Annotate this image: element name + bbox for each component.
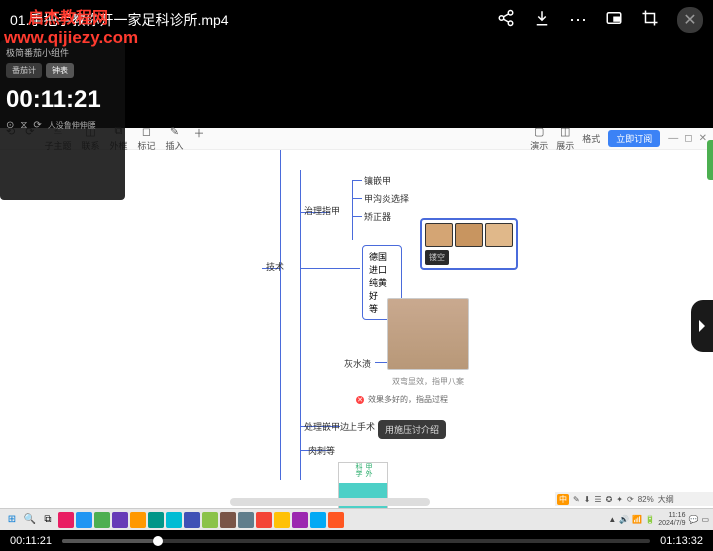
share-icon[interactable]	[497, 9, 515, 32]
taskview-icon[interactable]: ⧉	[40, 512, 56, 528]
more-icon[interactable]: ⋯	[569, 10, 587, 31]
timer-play-icon[interactable]: ⊙	[6, 120, 14, 131]
app-icon-16[interactable]	[328, 512, 344, 528]
tray-icon-2[interactable]: 🔊	[619, 515, 629, 524]
timer-tab-clock[interactable]: 钟表	[46, 63, 74, 78]
start-button[interactable]: ⊞	[4, 512, 20, 528]
box-line1: 德国进口	[369, 250, 395, 276]
view-button[interactable]: ◫展示	[556, 125, 574, 152]
current-time: 00:11:21	[10, 535, 52, 547]
app-icon-4[interactable]	[112, 512, 128, 528]
nail-image-3	[485, 223, 513, 247]
zoom-level[interactable]: 82%	[638, 495, 654, 504]
timer-reset-icon[interactable]: ⟳	[33, 120, 41, 131]
present-button[interactable]: ▢演示	[530, 125, 548, 152]
pip-icon[interactable]	[605, 9, 623, 32]
next-chapter-handle[interactable]	[691, 300, 713, 352]
horizontal-scrollbar[interactable]	[230, 498, 430, 506]
timer-subtext: 人没鲁伸伸腰	[48, 120, 96, 131]
node-treat-nail[interactable]: 治理指甲	[300, 202, 344, 219]
insert-button[interactable]: ✎插入	[166, 125, 184, 152]
app-icon-14[interactable]	[292, 512, 308, 528]
crop-icon[interactable]	[641, 9, 659, 32]
nail-image-2	[455, 223, 483, 247]
status-icon-3[interactable]: ☰	[594, 495, 601, 504]
tray-desktop-icon[interactable]: ▭	[701, 515, 709, 524]
subscribe-button[interactable]: 立即订阅	[608, 130, 660, 147]
app-icon-10[interactable]	[220, 512, 236, 528]
app-icon-2[interactable]	[76, 512, 92, 528]
node-a2[interactable]: 甲沟炎选择	[360, 190, 413, 207]
node-gray-caption: 双弯显效，指甲八案	[388, 374, 468, 389]
close-window-icon[interactable]: ✕	[699, 133, 707, 144]
nail-image-1	[425, 223, 453, 247]
app-icon-7[interactable]	[166, 512, 182, 528]
maximize-icon[interactable]: ◻	[684, 133, 692, 144]
lang-indicator[interactable]: 中	[557, 494, 569, 505]
green-side-handle[interactable]	[707, 140, 713, 180]
video-player-controls: 00:11:21 01:13:32	[0, 531, 713, 551]
node-a1[interactable]: 镶嵌甲	[360, 172, 395, 189]
status-icon-4[interactable]: ✪	[606, 495, 613, 504]
app-icon-3[interactable]	[94, 512, 110, 528]
video-content-area: ⟲ ⟳ ⎁子主题 ◫联系 ⧉外框 ◻标记 ✎插入 ＋ ▢演示 ◫展示 格式 立即…	[0, 40, 713, 530]
app-icon-5[interactable]	[130, 512, 146, 528]
app-icon-13[interactable]	[274, 512, 290, 528]
book-title: 甲外科学	[339, 463, 387, 483]
progress-fill	[62, 539, 153, 543]
mindmap-status-bar: 中 ✎ ⬇ ☰ ✪ ✦ ⟳ 82% 大纲	[555, 492, 713, 506]
add-button[interactable]: ＋	[194, 125, 205, 152]
warning-icon: ✕	[356, 396, 364, 404]
pomodoro-timer-widget[interactable]: 极简番茄小组件 番茄计 钟表 00:11:21 ⊙ ⧖ ⟳ 人没鲁伸伸腰	[0, 40, 125, 200]
status-icon-1[interactable]: ✎	[573, 495, 580, 504]
app-icon-9[interactable]	[202, 512, 218, 528]
mindmap-canvas[interactable]: 技术 治理指甲 镶嵌甲 甲沟炎选择 矫正器 钉门 德国进口 纯黄好 等	[0, 150, 713, 508]
app-icon-1[interactable]	[58, 512, 74, 528]
nail-caption: 镂空	[425, 250, 449, 265]
foot-image[interactable]	[387, 298, 469, 370]
progress-thumb[interactable]	[153, 536, 163, 546]
windows-taskbar: ⊞ 🔍 ⧉ ▲ 🔊 📶 🔋	[0, 508, 713, 530]
app-icon-6[interactable]	[148, 512, 164, 528]
timer-tab-pomodoro[interactable]: 番茄计	[6, 63, 42, 78]
watermark-text-2: www.qijiezy.com	[4, 28, 138, 48]
tray-icon-3[interactable]: 📶	[632, 515, 642, 524]
app-icon-15[interactable]	[310, 512, 326, 528]
tray-icon-1[interactable]: ▲	[608, 515, 616, 524]
dark-label[interactable]: 用施压讨介绍	[378, 420, 446, 439]
tray-notification-icon[interactable]: 💬	[688, 515, 698, 524]
nail-image-group[interactable]: 镂空	[420, 218, 518, 270]
timer-display: 00:11:21	[6, 86, 119, 114]
progress-bar[interactable]	[62, 539, 650, 543]
app-icon-12[interactable]	[256, 512, 272, 528]
download-icon[interactable]	[533, 9, 551, 32]
format-button[interactable]: 格式	[582, 132, 600, 145]
minimize-icon[interactable]: —	[668, 133, 678, 144]
search-icon[interactable]: 🔍	[22, 512, 38, 528]
timer-pause-icon[interactable]: ⧖	[20, 120, 27, 131]
total-time: 01:13:32	[660, 535, 703, 547]
node-a3[interactable]: 矫正器	[360, 208, 395, 225]
node-gray-nail[interactable]: 灰水渍	[340, 355, 375, 372]
app-icon-11[interactable]	[238, 512, 254, 528]
status-icon-6[interactable]: ⟳	[627, 495, 634, 504]
node-white[interactable]: 肉刺等	[304, 442, 339, 459]
close-button[interactable]: ✕	[677, 7, 703, 33]
status-icon-5[interactable]: ✦	[616, 495, 623, 504]
watermark-text-1: 启杰教程网	[28, 4, 108, 28]
app-icon-8[interactable]	[184, 512, 200, 528]
mark-button[interactable]: ◻标记	[137, 125, 155, 152]
node-root[interactable]: 技术	[262, 258, 288, 275]
status-icon-2[interactable]: ⬇	[584, 495, 591, 504]
taskbar-clock[interactable]: 11:16 2024/7/9	[658, 512, 685, 527]
tray-icon-4[interactable]: 🔋	[645, 515, 655, 524]
outline-label[interactable]: 大纲	[658, 494, 674, 505]
node-sub[interactable]: 上手术	[344, 418, 379, 435]
warning-text: 效果多好的，指品过程	[368, 394, 448, 405]
